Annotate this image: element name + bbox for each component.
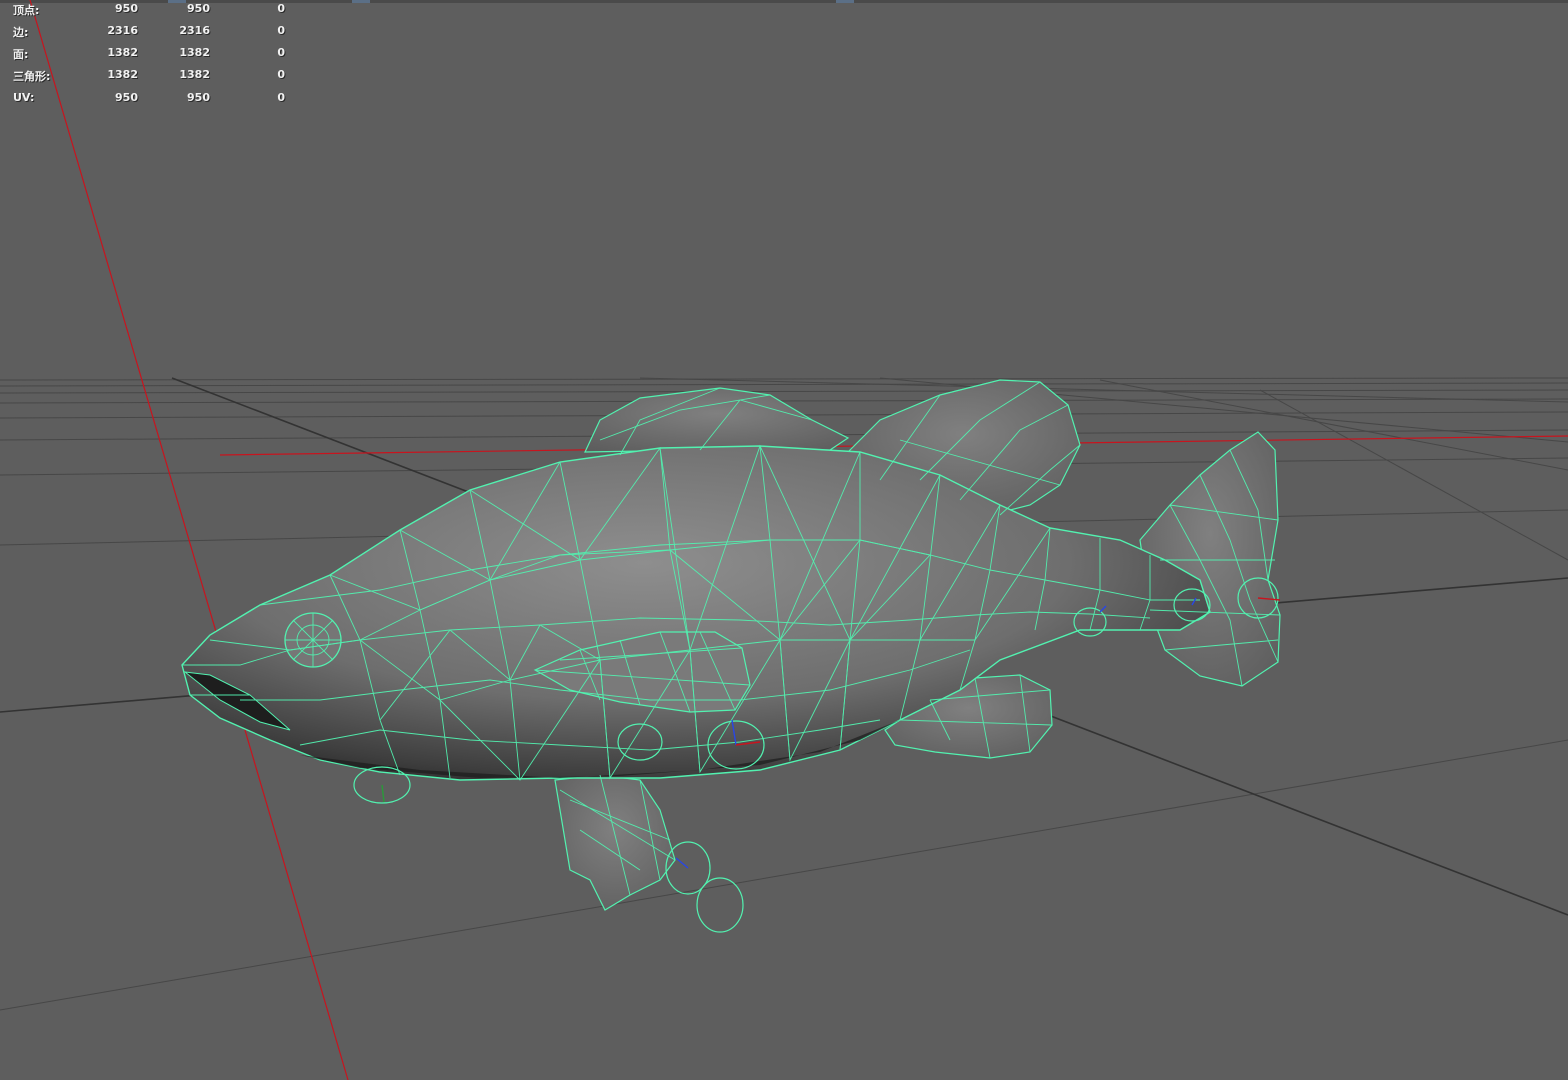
hud-label: 顶点:	[13, 4, 40, 17]
hud-value: 2316	[179, 24, 210, 37]
hud-value: 950	[187, 91, 210, 104]
hud-label: UV:	[13, 91, 35, 104]
hud-value: 0	[277, 91, 285, 104]
dorsal-fin-front[interactable]	[584, 387, 850, 453]
hud-label: 面:	[13, 48, 29, 61]
hud-value: 2316	[107, 24, 138, 37]
hud-row-uvs: UV: 950 950 0	[0, 91, 300, 107]
hud-label: 三角形:	[13, 70, 51, 83]
hud-value: 950	[187, 2, 210, 15]
hud-value: 1382	[179, 68, 210, 81]
hud-row-vertices: 顶点: 950 950 0	[0, 2, 300, 18]
hud-row-triangles: 三角形: 1382 1382 0	[0, 68, 300, 84]
pelvic-fin[interactable]	[554, 774, 676, 911]
3d-viewport[interactable]	[0, 0, 1568, 1080]
hud-value: 0	[277, 24, 285, 37]
hud-value: 0	[277, 2, 285, 15]
hud-value: 1382	[179, 46, 210, 59]
poly-count-hud: 顶点: 950 950 0 边: 2316 2316 0 面: 1382 138…	[0, 0, 300, 112]
hud-value: 0	[277, 46, 285, 59]
hud-value: 1382	[107, 46, 138, 59]
hud-value: 0	[277, 68, 285, 81]
hud-value: 950	[115, 2, 138, 15]
hud-label: 边:	[13, 26, 29, 39]
hud-value: 950	[115, 91, 138, 104]
hud-value: 1382	[107, 68, 138, 81]
hud-row-faces: 面: 1382 1382 0	[0, 46, 300, 62]
hud-row-edges: 边: 2316 2316 0	[0, 24, 300, 40]
